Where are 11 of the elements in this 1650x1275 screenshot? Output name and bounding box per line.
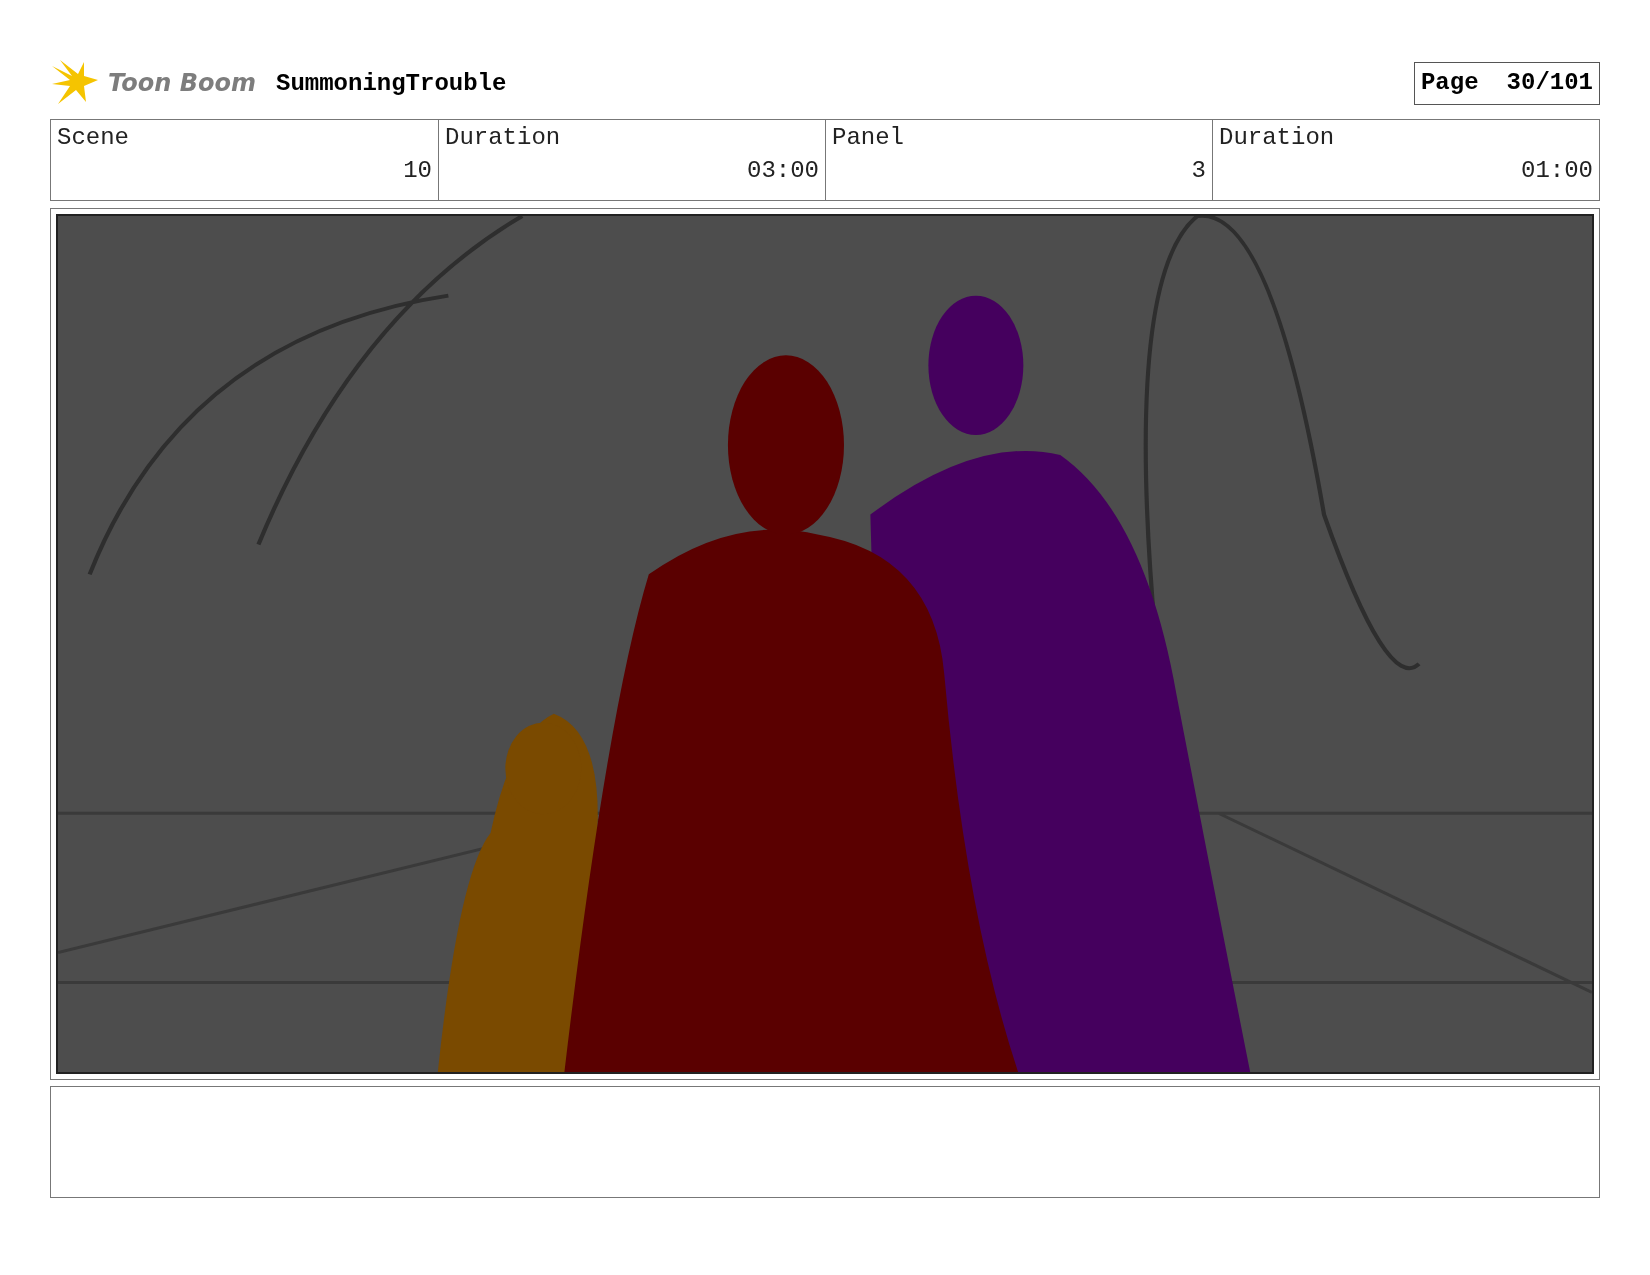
table-cell: 10 (403, 157, 432, 184)
column-header: Duration (1219, 124, 1335, 151)
column-header: Panel (832, 124, 904, 151)
table-cell: 03:00 (747, 157, 819, 184)
column-header: Duration (445, 124, 561, 151)
table-cell: 3 (1191, 157, 1206, 184)
logo-text: Toon Boom (108, 69, 256, 97)
column-header: Scene (57, 124, 129, 151)
project-title: SummoningTrouble (276, 69, 507, 97)
table-cell: 01:00 (1521, 157, 1593, 184)
page-counter: Page 30/101 (1413, 61, 1600, 105)
